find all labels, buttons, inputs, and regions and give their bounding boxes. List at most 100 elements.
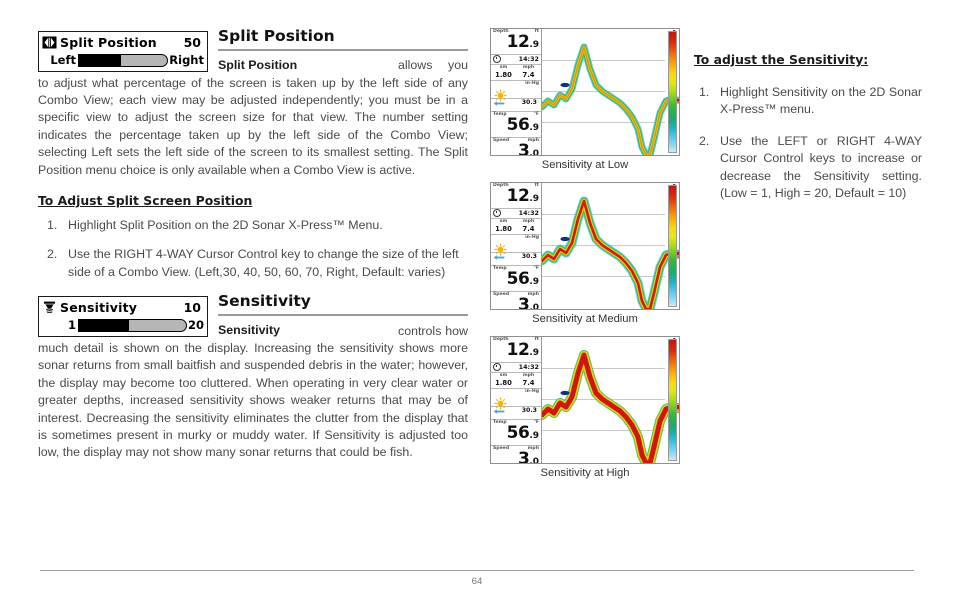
pressure-value: 30.3 bbox=[521, 407, 537, 414]
distance-speed-readout: sm mph 1.80 7.4 bbox=[491, 373, 541, 389]
sonar-chart-high: 0 5 10 15 20 bbox=[542, 337, 679, 463]
temp-decimal: .9 bbox=[529, 123, 539, 133]
speed-value: 3 bbox=[517, 449, 530, 464]
clock-icon bbox=[493, 55, 501, 63]
depth-value: 12 bbox=[506, 32, 530, 52]
split-position-slider[interactable] bbox=[78, 54, 169, 67]
time-readout: 14:32 bbox=[491, 363, 541, 373]
split-position-paragraph-rest: allows you to adjust what percentage of … bbox=[38, 57, 468, 179]
depth-decimal: .9 bbox=[529, 40, 539, 50]
sonar-bottom-trace-medium bbox=[542, 196, 679, 309]
depth-value: 12 bbox=[506, 340, 530, 360]
left-right-arrows-icon bbox=[41, 36, 57, 50]
sonar-readout-panel: Depth ft 12.9 14:32 sm mph 1.80 7.4 in-H… bbox=[491, 183, 542, 309]
speed-readout: Speed mph 3.0 bbox=[491, 446, 541, 464]
sonar-figure-low: Depth ft 12.9 14:32 sm mph 1.80 7.4 in-H… bbox=[490, 28, 688, 171]
sonar-bottom-trace-low bbox=[542, 43, 679, 155]
wind-arrow-icon bbox=[493, 254, 505, 260]
step-text: Highlight Sensitivity on the 2D Sonar X-… bbox=[720, 85, 922, 117]
speed-decimal: .0 bbox=[529, 149, 539, 156]
pressure-unit: in-Hg bbox=[525, 81, 539, 86]
wind-arrow-icon bbox=[493, 100, 505, 106]
split-position-slider-max-label: Right bbox=[169, 52, 204, 67]
depth-readout: Depth ft 12.9 bbox=[491, 29, 541, 55]
distance-value: 1.80 bbox=[495, 225, 512, 233]
sensitivity-menu-widget[interactable]: Sensitivity 10 1 20 bbox=[38, 296, 208, 338]
sonar-figure-high: Depth ft 12.9 14:32 sm mph 1.80 7.4 in-H… bbox=[490, 336, 688, 479]
title-divider-split-position bbox=[218, 48, 468, 51]
step-text: Use the LEFT or RIGHT 4-WAY Cursor Contr… bbox=[720, 133, 922, 201]
distance-speed-readout: sm mph 1.80 7.4 bbox=[491, 219, 541, 235]
temperature-readout: Temp °F 56.9 bbox=[491, 112, 541, 138]
speed-value-small: 7.4 bbox=[522, 71, 535, 79]
pressure-readout: 30.3 bbox=[491, 407, 541, 420]
pressure-value: 30.3 bbox=[521, 253, 537, 260]
split-position-page-title: Split Position bbox=[218, 27, 335, 45]
temp-label: Temp bbox=[493, 112, 507, 117]
wind-arrow-icon bbox=[493, 408, 505, 414]
temp-decimal: .9 bbox=[529, 277, 539, 287]
distance-value: 1.80 bbox=[495, 379, 512, 387]
sonar-figure-medium: Depth ft 12.9 14:32 sm mph 1.80 7.4 in-H… bbox=[490, 182, 688, 325]
time-readout: 14:32 bbox=[491, 55, 541, 65]
depth-decimal: .9 bbox=[529, 194, 539, 204]
title-divider-sensitivity bbox=[218, 314, 468, 317]
speed-value-small: 7.4 bbox=[522, 379, 535, 387]
list-item: Highlight Sensitivity on the 2D Sonar X-… bbox=[694, 84, 922, 119]
sensitivity-slider-min-label: 1 bbox=[67, 318, 76, 333]
sensitivity-slider[interactable] bbox=[78, 319, 187, 333]
speed-readout: Speed mph 3.0 bbox=[491, 138, 541, 156]
time-value: 14:32 bbox=[518, 363, 539, 371]
split-position-widget-value: 50 bbox=[183, 35, 201, 50]
temp-label: Temp bbox=[493, 266, 507, 271]
depth-decimal: .9 bbox=[529, 348, 539, 358]
split-position-paragraph-rest-text: allows you to adjust what percentage of … bbox=[38, 58, 468, 177]
sensitivity-adjust-subhead: To adjust the Sensitivity: bbox=[694, 52, 869, 67]
sonar-chart-medium: 0 5 10 15 20 bbox=[542, 183, 679, 309]
sonar-display: Depth ft 12.9 14:32 sm mph 1.80 7.4 in-H… bbox=[490, 182, 680, 310]
weather-readout: in-Hg bbox=[491, 389, 541, 410]
clock-icon bbox=[493, 209, 501, 217]
split-position-slider-fill bbox=[79, 55, 122, 66]
page-number: 64 bbox=[471, 576, 483, 587]
temperature-readout: Temp °F 56.9 bbox=[491, 266, 541, 292]
split-position-slider-min-label: Left bbox=[50, 52, 76, 67]
step-text: Use the RIGHT 4-WAY Cursor Control key t… bbox=[68, 247, 459, 279]
speed-decimal: .0 bbox=[529, 457, 539, 464]
sonar-figures-column: Depth ft 12.9 14:32 sm mph 1.80 7.4 in-H… bbox=[490, 28, 688, 490]
split-position-subhead: To Adjust Split Screen Position bbox=[38, 193, 253, 209]
list-item: Highlight Split Position on the 2D Sonar… bbox=[38, 217, 468, 235]
speed-value: 3 bbox=[517, 141, 530, 156]
temp-value: 56 bbox=[506, 423, 530, 443]
sensitivity-slider-max-label: 20 bbox=[187, 318, 204, 333]
split-position-paragraph-lead: Split Position bbox=[218, 57, 298, 72]
sonar-caption-low: Sensitivity at Low bbox=[541, 159, 629, 171]
speed-decimal: .0 bbox=[529, 303, 539, 310]
distance-value: 1.80 bbox=[495, 71, 512, 79]
temp-value: 56 bbox=[506, 115, 530, 135]
depth-value: 12 bbox=[506, 186, 530, 206]
sensitivity-paragraph-lead-sep bbox=[280, 323, 283, 337]
sonar-color-bar bbox=[668, 339, 677, 461]
split-position-paragraph-lead-sep bbox=[297, 58, 300, 72]
pressure-value: 30.3 bbox=[521, 99, 537, 106]
step-text: Highlight Split Position on the 2D Sonar… bbox=[68, 218, 383, 233]
time-readout: 14:32 bbox=[491, 209, 541, 219]
pressure-unit: in-Hg bbox=[525, 389, 539, 394]
depth-readout: Depth ft 12.9 bbox=[491, 183, 541, 209]
sonar-readout-panel: Depth ft 12.9 14:32 sm mph 1.80 7.4 in-H… bbox=[491, 337, 542, 463]
weather-readout: in-Hg bbox=[491, 81, 541, 102]
split-position-menu-widget[interactable]: Split Position 50 Left Right bbox=[38, 31, 208, 72]
list-item: Use the RIGHT 4-WAY Cursor Control key t… bbox=[38, 246, 468, 281]
manual-page: Split Position 50 Left Right Split Posit… bbox=[0, 0, 954, 609]
speed-label: Speed bbox=[493, 138, 510, 143]
sensitivity-paragraph-rest: controls how much detail is shown on the… bbox=[38, 323, 468, 462]
sensitivity-paragraph-rest-text: controls how much detail is shown on the… bbox=[38, 323, 468, 460]
sensitivity-widget-row-title: Sensitivity 10 bbox=[39, 297, 207, 317]
temp-decimal: .9 bbox=[529, 431, 539, 441]
sensitivity-steps: Highlight Sensitivity on the 2D Sonar X-… bbox=[694, 84, 922, 202]
sensitivity-widget-label: Sensitivity bbox=[60, 300, 138, 316]
temp-value: 56 bbox=[506, 269, 530, 289]
split-position-widget-label: Split Position bbox=[60, 35, 157, 50]
distance-speed-readout: sm mph 1.80 7.4 bbox=[491, 65, 541, 81]
